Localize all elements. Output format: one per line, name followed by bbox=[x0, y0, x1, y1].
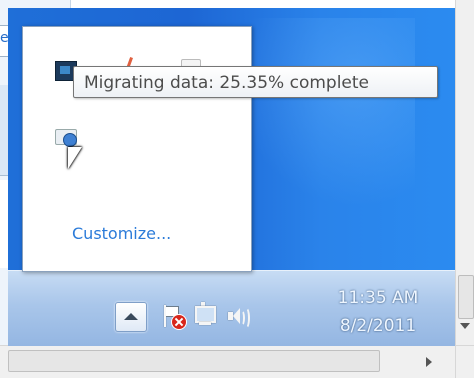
volume-icon[interactable] bbox=[225, 302, 251, 330]
clock-date: 8/2/2011 bbox=[339, 316, 417, 336]
action-center-flag-icon[interactable] bbox=[160, 302, 187, 330]
scroll-down-arrow-icon[interactable] bbox=[460, 323, 470, 329]
mouse-cursor-icon bbox=[68, 147, 88, 177]
scroll-right-arrow-icon[interactable] bbox=[426, 357, 432, 367]
taskbar-clock[interactable]: 11:35 AM 8/2/2011 bbox=[322, 284, 434, 340]
clock-time: 11:35 AM bbox=[337, 288, 419, 308]
migration-tooltip: Migrating data: 25.35% complete bbox=[73, 66, 438, 98]
horizontal-scrollbar[interactable] bbox=[0, 345, 474, 378]
chevron-up-icon bbox=[124, 313, 138, 320]
notification-overflow-popup: Customize... bbox=[22, 26, 252, 272]
customize-link[interactable]: Customize... bbox=[72, 224, 171, 243]
window-frame: e 11:35 AM 8/2/2011 Customize... Migrati… bbox=[0, 0, 474, 378]
horizontal-scroll-thumb[interactable] bbox=[8, 350, 380, 372]
show-hidden-icons-button[interactable] bbox=[115, 302, 147, 332]
network-icon[interactable] bbox=[193, 302, 219, 330]
vertical-scrollbar[interactable] bbox=[455, 0, 474, 345]
scrollbar-corner bbox=[455, 346, 474, 378]
vertical-scroll-thumb[interactable] bbox=[458, 275, 474, 319]
